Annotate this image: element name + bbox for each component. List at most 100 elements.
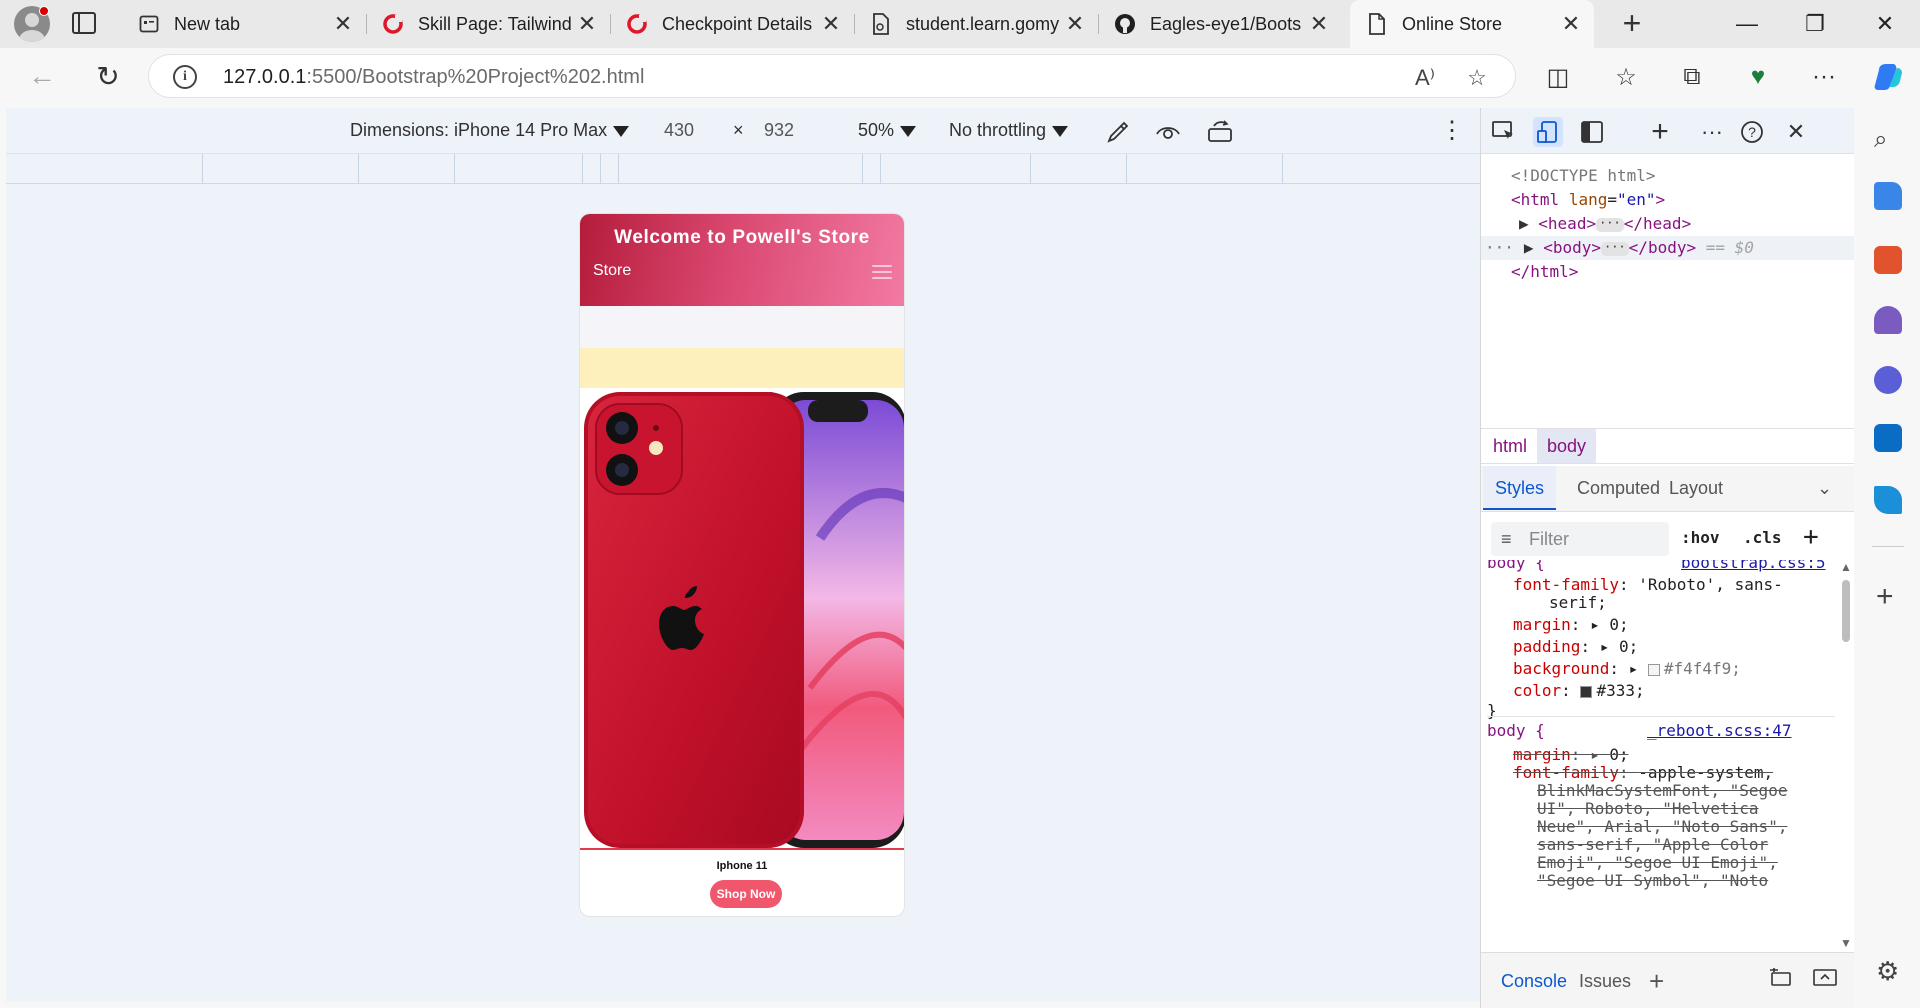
tab-computed[interactable]: Computed [1565, 466, 1672, 510]
back-button[interactable]: ← [22, 58, 62, 94]
color-swatch[interactable] [1647, 663, 1660, 676]
tab-console[interactable]: Console [1489, 953, 1579, 1008]
css-decl-background[interactable]: background: ▸ #f4f4f9; [1513, 658, 1741, 680]
scrollbar-thumb[interactable] [1842, 580, 1850, 642]
styles-filter-input[interactable]: ≡ Filter [1491, 522, 1669, 556]
dock-drawer-icon[interactable] [1757, 953, 1805, 1008]
tab-layout[interactable]: Layout [1657, 466, 1735, 510]
chevron-down-icon[interactable]: ⌄ [1805, 466, 1844, 510]
expand-triangle-icon[interactable]: ▶ [1524, 238, 1534, 257]
dom-head-node[interactable]: ▶ <head> ··· </head> [1481, 212, 1855, 236]
split-screen-icon[interactable]: ◫ [1540, 60, 1576, 94]
new-style-rule-button[interactable]: + [1803, 522, 1819, 552]
expand-triangle-icon[interactable]: ▶ [1519, 214, 1529, 233]
dom-html-open[interactable]: <html lang="en"> [1481, 188, 1855, 212]
tools-toolbox-icon[interactable] [1874, 246, 1902, 274]
class-toggle[interactable]: .cls [1743, 528, 1782, 547]
games-icon[interactable] [1874, 306, 1902, 334]
more-tools-icon[interactable]: ··· [1697, 117, 1727, 147]
node-actions-ellipsis[interactable]: ··· [1485, 238, 1514, 257]
tab-skill-page[interactable]: Skill Page: Tailwind ✕ [366, 0, 610, 48]
new-tab-button[interactable]: + [1614, 6, 1650, 42]
favorites-icon[interactable]: ☆ [1608, 60, 1644, 94]
rotate-device-icon[interactable] [1206, 118, 1234, 146]
zoom-select[interactable]: 50% [858, 120, 917, 141]
color-swatch[interactable] [1580, 685, 1593, 698]
microsoft-365-icon[interactable] [1874, 366, 1902, 394]
inspect-element-icon[interactable] [1489, 117, 1519, 147]
search-icon[interactable]: ⌕ [1874, 126, 1887, 154]
tab-actions-icon[interactable] [72, 12, 96, 34]
device-width-input[interactable]: 430 [664, 120, 694, 141]
device-height-input[interactable]: 932 [764, 120, 794, 141]
breadcrumb-body[interactable]: body [1537, 429, 1597, 463]
url-text[interactable]: 127.0.0.1:5500/Bootstrap%20Project%202.h… [223, 66, 644, 89]
tab-close-icon[interactable]: ✕ [1560, 11, 1582, 37]
tab-close-icon[interactable]: ✕ [1308, 11, 1330, 37]
copilot-icon[interactable] [1870, 60, 1906, 94]
dock-side-icon[interactable] [1577, 117, 1607, 147]
help-icon[interactable]: ? [1737, 117, 1767, 147]
address-bar[interactable]: i 127.0.0.1:5500/Bootstrap%20Project%202… [148, 54, 1516, 98]
outlook-icon[interactable] [1874, 424, 1902, 452]
vision-deficiency-icon[interactable] [1154, 118, 1182, 146]
eyedropper-icon[interactable] [1104, 118, 1132, 146]
shopping-tag-icon[interactable] [1874, 182, 1902, 210]
quick-view-icon[interactable] [1801, 953, 1849, 1008]
scroll-up-icon[interactable]: ▲ [1840, 560, 1852, 574]
navbar-brand-link[interactable]: Store [593, 262, 631, 280]
collapsed-content-ellipsis[interactable]: ··· [1596, 217, 1624, 232]
hover-state-toggle[interactable]: :hov [1681, 528, 1720, 547]
dom-body-node[interactable]: ··· ▶ <body> ··· </body> == $0 [1481, 236, 1855, 260]
device-dimensions-select[interactable]: Dimensions: iPhone 14 Pro Max [350, 120, 630, 141]
styles-scrollbar[interactable]: ▲ ▼ [1839, 560, 1853, 952]
tab-issues[interactable]: Issues [1567, 953, 1643, 1008]
add-drawer-tab-icon[interactable]: + [1637, 953, 1676, 1008]
browser-essentials-icon[interactable]: ♥ [1740, 60, 1776, 94]
expand-triangle-icon[interactable]: ▸ [1629, 659, 1639, 678]
throttling-select[interactable]: No throttling [949, 120, 1069, 141]
tab-styles[interactable]: Styles [1483, 466, 1557, 510]
tab-close-icon[interactable]: ✕ [1064, 11, 1086, 37]
restore-button[interactable]: ❐ [1782, 0, 1848, 48]
minimize-button[interactable]: — [1714, 0, 1780, 48]
hamburger-menu-icon[interactable] [872, 265, 892, 281]
tab-github[interactable]: Eagles-eye1/Boots ✕ [1098, 0, 1342, 48]
add-sidebar-app-icon[interactable]: + [1876, 580, 1894, 614]
read-aloud-icon[interactable]: A⁾ [1411, 65, 1439, 90]
settings-more-icon[interactable]: ··· [1806, 60, 1842, 94]
add-panel-icon[interactable]: + [1645, 115, 1675, 148]
collections-icon[interactable]: ⧉ [1674, 60, 1710, 94]
breadcrumb-html[interactable]: html [1483, 429, 1537, 463]
tab-close-icon[interactable]: ✕ [576, 11, 598, 37]
site-info-icon[interactable]: i [173, 65, 197, 89]
dom-html-close[interactable]: </html> [1481, 260, 1855, 284]
gear-icon[interactable]: ⚙ [1876, 956, 1899, 987]
expand-triangle-icon[interactable]: ▸ [1600, 637, 1610, 656]
send-icon[interactable] [1874, 486, 1902, 514]
device-toolbar-toggle-icon[interactable] [1533, 117, 1563, 147]
expand-triangle-icon[interactable]: ▸ [1590, 615, 1600, 634]
tab-checkpoint-details[interactable]: Checkpoint Details ✕ [610, 0, 854, 48]
css-decl-color[interactable]: color: #333; [1513, 680, 1645, 702]
close-window-button[interactable]: ✕ [1852, 0, 1918, 48]
profile-notification-dot [39, 6, 49, 16]
tab-close-icon[interactable]: ✕ [332, 11, 354, 37]
collapsed-content-ellipsis[interactable]: ··· [1600, 241, 1629, 256]
device-toolbar-more-icon[interactable]: ⋮ [1440, 116, 1464, 145]
css-decl-margin[interactable]: margin: ▸ 0; [1513, 614, 1629, 636]
dom-doctype[interactable]: <!DOCTYPE html> [1481, 164, 1855, 188]
tab-online-store[interactable]: Online Store ✕ [1350, 0, 1594, 48]
tab-new-tab[interactable]: New tab ✕ [122, 0, 366, 48]
close-devtools-icon[interactable]: ✕ [1781, 117, 1811, 147]
shop-now-button[interactable]: Shop Now [710, 880, 782, 908]
rule1-source-link[interactable]: bootstrap.css:5 [1681, 560, 1826, 574]
favorite-star-icon[interactable]: ☆ [1463, 65, 1491, 90]
scroll-down-icon[interactable]: ▼ [1840, 936, 1852, 950]
reload-button[interactable]: ↻ [88, 58, 128, 94]
tab-close-icon[interactable]: ✕ [820, 11, 842, 37]
rule2-source-link[interactable]: _reboot.scss:47 [1647, 720, 1792, 742]
tab-student-learn[interactable]: student.learn.gomy ✕ [854, 0, 1098, 48]
css-decl-padding[interactable]: padding: ▸ 0; [1513, 636, 1638, 658]
dom-tree: <!DOCTYPE html> <html lang="en"> ▶ <head… [1481, 158, 1855, 428]
